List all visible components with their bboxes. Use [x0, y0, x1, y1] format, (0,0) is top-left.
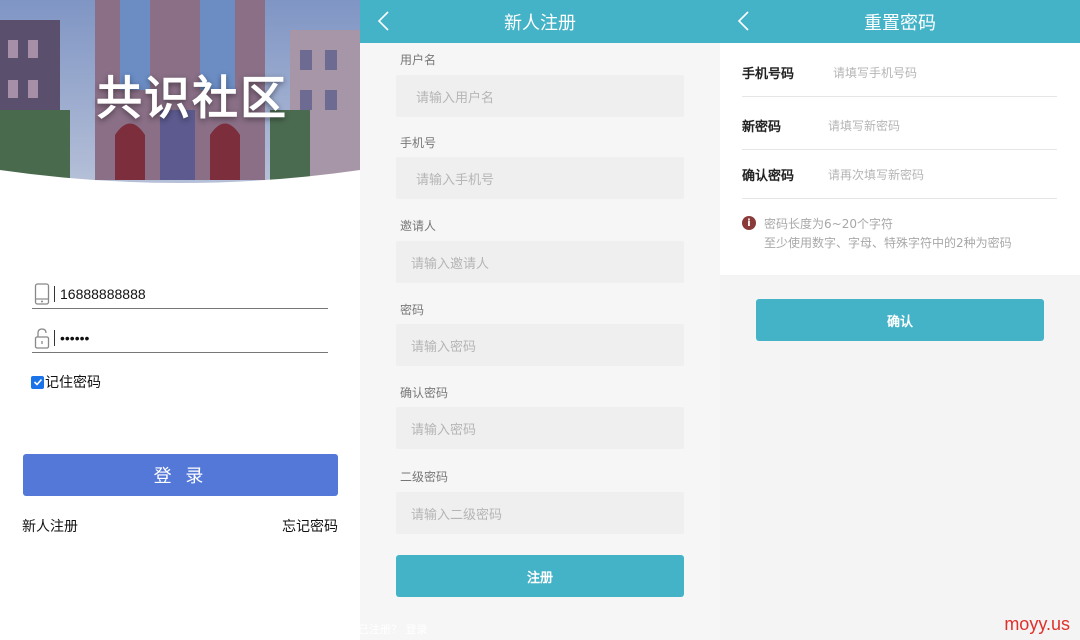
reset-password-screen: 重置密码 手机号码 请填写手机号码 新密码 请填写新密码 确认密码 请再次填写新…: [720, 0, 1080, 640]
username-input[interactable]: 请输入用户名: [396, 75, 684, 117]
remember-label: 记住密码: [45, 375, 101, 391]
reset-phone-input[interactable]: 请填写手机号码: [833, 64, 917, 81]
screens-collage: 共识社区 记住密码 登 录 新人注册 忘记密码: [0, 0, 1080, 640]
register-header: 新人注册: [360, 0, 720, 43]
password-hint-length: 密码长度为6~20个字符: [764, 217, 893, 231]
back-arrow-icon[interactable]: [374, 10, 394, 32]
remember-password[interactable]: 记住密码: [31, 372, 101, 392]
reset-header: 重置密码: [720, 0, 1080, 43]
confirm-button[interactable]: 确认: [756, 299, 1044, 341]
inviter-input[interactable]: 请输入邀请人: [396, 241, 684, 283]
register-button[interactable]: 注册: [396, 555, 684, 597]
phone-label: 手机号: [400, 136, 437, 150]
confirm-new-password-label: 确认密码: [742, 168, 795, 184]
reset-phone-row[interactable]: 手机号码 请填写手机号码: [742, 48, 1057, 97]
password-label: 密码: [400, 303, 425, 317]
register-title: 新人注册: [504, 12, 576, 34]
login-screen: 共识社区 记住密码 登 录 新人注册 忘记密码: [0, 0, 360, 640]
phone-field[interactable]: [32, 279, 328, 309]
hero-banner: 共识社区: [0, 0, 360, 186]
inviter-label: 邀请人: [400, 219, 437, 233]
watermark: moyy.us: [1004, 614, 1070, 634]
register-link[interactable]: 新人注册: [22, 516, 78, 536]
phone-icon: [32, 282, 52, 306]
input-separator: [54, 329, 55, 346]
password-field[interactable]: [32, 323, 328, 353]
confirm-password-label: 确认密码: [400, 386, 449, 400]
confirm-password-input[interactable]: 请输入密码: [396, 407, 684, 449]
register-phone-input[interactable]: 请输入手机号: [396, 157, 684, 199]
new-password-label: 新密码: [742, 119, 782, 135]
forgot-password-link[interactable]: 忘记密码: [282, 516, 338, 536]
lock-icon: [32, 326, 52, 350]
back-arrow-icon[interactable]: [734, 10, 754, 32]
input-separator: [54, 285, 55, 302]
check-icon: [33, 378, 42, 386]
register-screen: 新人注册 用户名 请输入用户名 手机号 请输入手机号 邀请人 请输入邀请人 密码…: [360, 0, 720, 640]
new-password-input[interactable]: 请填写新密码: [828, 117, 900, 134]
password-input[interactable]: [60, 329, 300, 346]
confirm-new-password-input[interactable]: 请再次填写新密码: [828, 166, 924, 183]
new-password-row[interactable]: 新密码 请填写新密码: [742, 101, 1057, 150]
reset-title: 重置密码: [864, 12, 936, 34]
secondary-password-input[interactable]: 请输入二级密码: [396, 492, 684, 534]
remember-checkbox[interactable]: [31, 375, 44, 389]
reset-phone-label: 手机号码: [742, 66, 795, 82]
username-label: 用户名: [400, 53, 437, 67]
secondary-password-label: 二级密码: [400, 470, 449, 484]
password-hint-rules: 至少使用数字、字母、特殊字符中的2种为密码: [764, 236, 1012, 250]
hero-title: 共识社区: [96, 71, 288, 125]
info-icon: i: [742, 216, 756, 230]
login-prompt-text[interactable]: 已注册？ 登录: [360, 621, 428, 637]
phone-input[interactable]: [60, 285, 300, 302]
confirm-new-password-row[interactable]: 确认密码 请再次填写新密码: [742, 150, 1057, 199]
login-button[interactable]: 登 录: [23, 454, 338, 496]
register-password-input[interactable]: 请输入密码: [396, 324, 684, 366]
